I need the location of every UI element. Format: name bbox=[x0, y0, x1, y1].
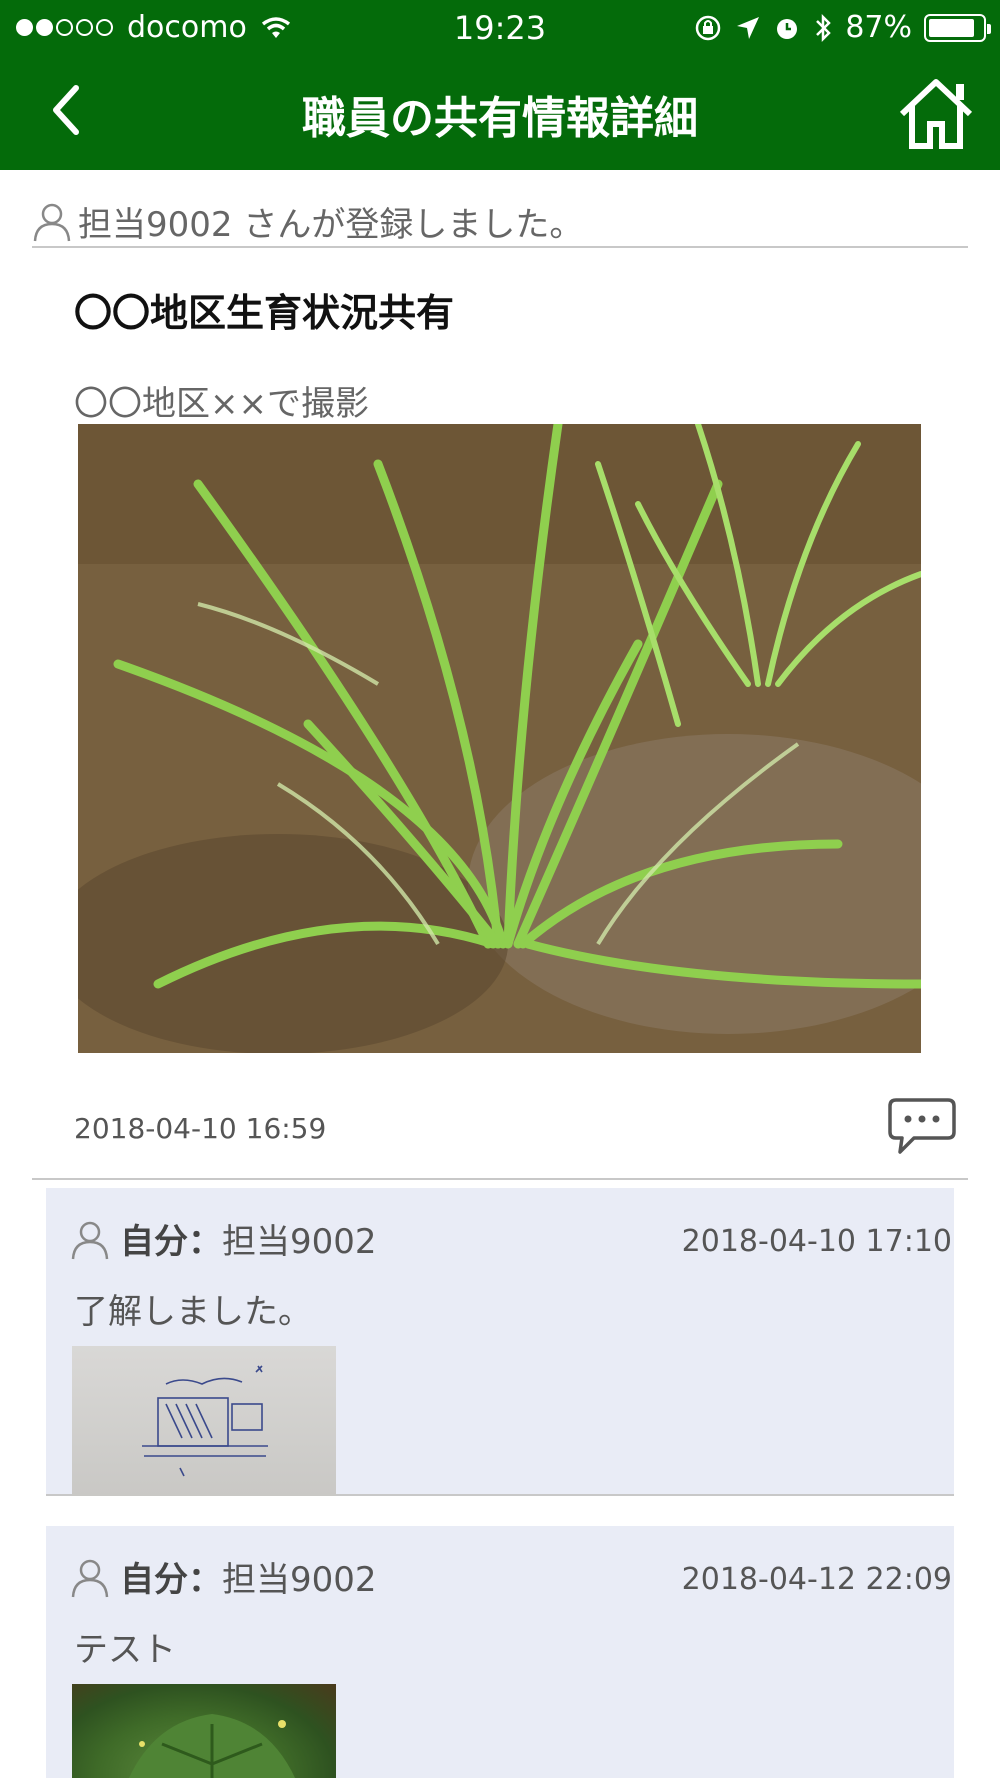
comment-timestamp: 2018-04-12 22:09 bbox=[681, 1562, 952, 1597]
battery-icon bbox=[924, 13, 991, 42]
status-icons: 87% bbox=[693, 10, 991, 45]
nav-bar: 職員の共有情報詳細 bbox=[0, 56, 1000, 170]
user-icon bbox=[33, 203, 71, 242]
post-author-row: 担当9002 さんが登録しました。 bbox=[32, 196, 968, 248]
comment-author: 自分：担当9002 bbox=[120, 1214, 377, 1263]
rotation-lock-icon bbox=[696, 15, 721, 40]
post-divider bbox=[32, 1178, 968, 1180]
alarm-icon bbox=[777, 18, 798, 39]
user-icon bbox=[71, 1221, 109, 1259]
comment-timestamp: 2018-04-10 17:10 bbox=[681, 1224, 952, 1259]
author-name: 担当9002 bbox=[222, 1560, 377, 1600]
self-label: 自分： bbox=[120, 1222, 222, 1262]
location-icon bbox=[737, 16, 760, 39]
comment-author: 自分：担当9002 bbox=[120, 1552, 377, 1601]
battery-percent: 87% bbox=[845, 10, 912, 45]
comment-author-row: 自分：担当9002 bbox=[70, 1552, 377, 1601]
app-header: docomo 19:23 87% 職員の共有情報詳細 bbox=[0, 0, 1000, 170]
comment-thumbnail[interactable] bbox=[72, 1684, 336, 1778]
post-caption: 〇〇地区××で撮影 bbox=[74, 384, 369, 424]
post-date: 2018-04-10 16:59 bbox=[74, 1112, 327, 1145]
rice-plant-image bbox=[78, 424, 921, 1053]
home-button[interactable] bbox=[896, 76, 976, 150]
comment-item: 自分：担当9002 2018-04-12 22:09 テスト bbox=[46, 1526, 954, 1778]
status-bar: docomo 19:23 87% bbox=[0, 0, 1000, 56]
comment-message: テスト bbox=[74, 1630, 176, 1670]
post-author-text: 担当9002 さんが登録しました。 bbox=[78, 204, 584, 245]
user-icon bbox=[71, 1559, 109, 1597]
page-title: 職員の共有情報詳細 bbox=[302, 93, 698, 144]
comment-author-row: 自分：担当9002 bbox=[70, 1214, 377, 1263]
comment-thumbnail[interactable] bbox=[72, 1346, 336, 1496]
bluetooth-icon bbox=[816, 13, 832, 42]
author-name: 担当9002 bbox=[222, 1222, 377, 1262]
comment-message: 了解しました。 bbox=[74, 1292, 312, 1332]
post-photo[interactable] bbox=[78, 424, 921, 1053]
comment-item: 自分：担当9002 2018-04-10 17:10 了解しました。 bbox=[46, 1188, 954, 1496]
self-label: 自分： bbox=[120, 1560, 222, 1600]
post-title: 〇〇地区生育状況共有 bbox=[74, 291, 455, 335]
comment-button[interactable] bbox=[886, 1094, 958, 1158]
